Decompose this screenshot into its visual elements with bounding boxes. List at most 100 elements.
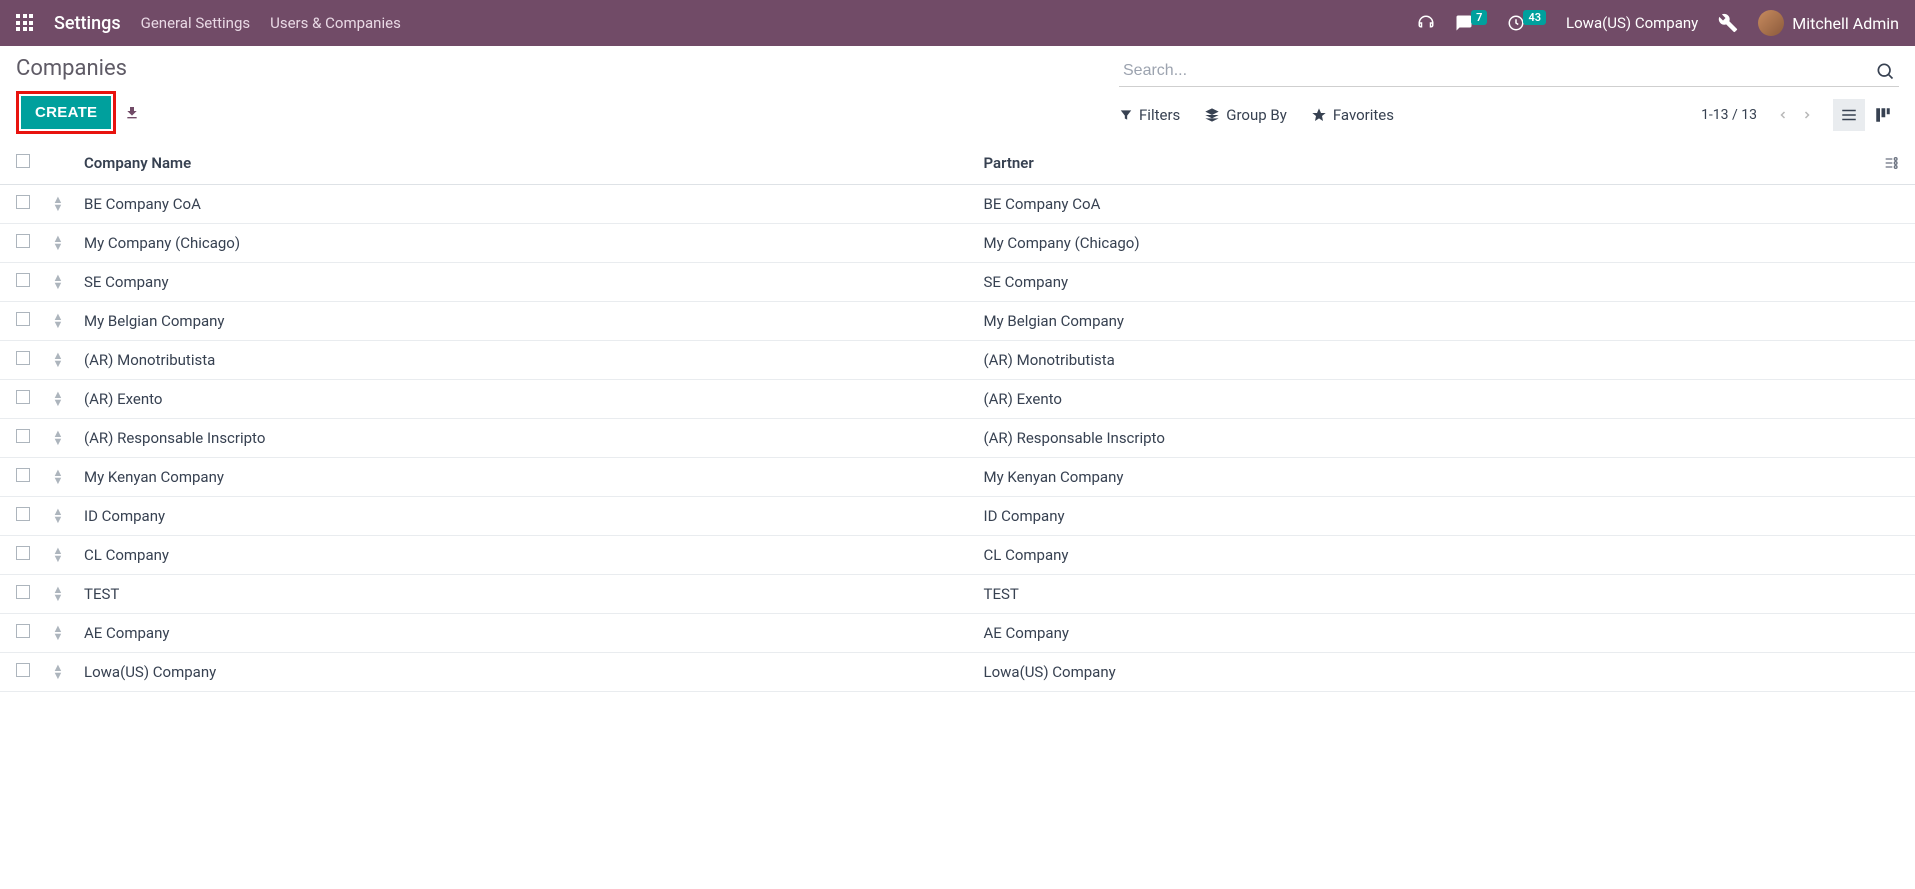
activities-badge: 43 <box>1523 10 1546 25</box>
drag-handle-icon[interactable]: ▲▼ <box>48 235 68 251</box>
drag-handle-icon[interactable]: ▲▼ <box>48 274 68 290</box>
create-button[interactable]: CREATE <box>21 96 111 129</box>
table-row[interactable]: ▲▼ My Kenyan Company My Kenyan Company <box>0 458 1915 497</box>
table-row[interactable]: ▲▼ Lowa(US) Company Lowa(US) Company <box>0 653 1915 692</box>
breadcrumb: Companies <box>16 56 140 81</box>
cell-company-name: (AR) Monotributista <box>76 341 976 380</box>
layers-icon <box>1204 107 1220 123</box>
drag-handle-icon[interactable]: ▲▼ <box>48 391 68 407</box>
row-checkbox[interactable] <box>16 312 30 326</box>
navbar-left: Settings General Settings Users & Compan… <box>16 13 401 34</box>
select-all-checkbox[interactable] <box>16 154 30 168</box>
row-checkbox[interactable] <box>16 468 30 482</box>
cell-company-name: My Belgian Company <box>76 302 976 341</box>
create-button-highlight: CREATE <box>16 91 116 134</box>
favorites-button[interactable]: Favorites <box>1311 106 1394 124</box>
cell-company-name: (AR) Exento <box>76 380 976 419</box>
cell-partner: BE Company CoA <box>976 185 1876 224</box>
table-row[interactable]: ▲▼ My Belgian Company My Belgian Company <box>0 302 1915 341</box>
debug-icon[interactable] <box>1718 13 1738 33</box>
search-input[interactable] <box>1119 56 1871 86</box>
cell-company-name: CL Company <box>76 536 976 575</box>
drag-handle-icon[interactable]: ▲▼ <box>48 625 68 641</box>
pager-next[interactable] <box>1797 105 1817 125</box>
cell-partner: Lowa(US) Company <box>976 653 1876 692</box>
navbar-right: 7 43 Lowa(US) Company Mitchell Admin <box>1417 10 1899 36</box>
nav-general-settings[interactable]: General Settings <box>141 14 251 32</box>
cell-partner: AE Company <box>976 614 1876 653</box>
voip-icon[interactable] <box>1417 14 1435 32</box>
cell-company-name: (AR) Responsable Inscripto <box>76 419 976 458</box>
apps-icon[interactable] <box>16 14 34 32</box>
optional-columns-button[interactable] <box>1883 155 1899 171</box>
user-menu[interactable]: Mitchell Admin <box>1758 10 1899 36</box>
row-checkbox[interactable] <box>16 390 30 404</box>
cell-company-name: Lowa(US) Company <box>76 653 976 692</box>
cell-company-name: ID Company <box>76 497 976 536</box>
table-row[interactable]: ▲▼ AE Company AE Company <box>0 614 1915 653</box>
pager-text[interactable]: 1-13 / 13 <box>1701 107 1757 123</box>
search-bar <box>1119 56 1899 87</box>
row-checkbox[interactable] <box>16 663 30 677</box>
table-row[interactable]: ▲▼ (AR) Responsable Inscripto (AR) Respo… <box>0 419 1915 458</box>
drag-handle-icon[interactable]: ▲▼ <box>48 313 68 329</box>
cell-partner: My Belgian Company <box>976 302 1876 341</box>
groupby-button[interactable]: Group By <box>1204 106 1287 124</box>
pager-prev[interactable] <box>1773 105 1793 125</box>
nav-users-companies[interactable]: Users & Companies <box>270 14 401 32</box>
messages-badge: 7 <box>1471 10 1487 25</box>
search-icon[interactable] <box>1871 57 1899 85</box>
top-navbar: Settings General Settings Users & Compan… <box>0 0 1915 46</box>
list-view: Company Name Partner ▲▼ BE Company CoA B… <box>0 142 1915 692</box>
drag-handle-icon[interactable]: ▲▼ <box>48 664 68 680</box>
cell-partner: CL Company <box>976 536 1876 575</box>
row-checkbox[interactable] <box>16 234 30 248</box>
drag-handle-icon[interactable]: ▲▼ <box>48 508 68 524</box>
column-header-name[interactable]: Company Name <box>76 142 976 185</box>
messages-button[interactable]: 7 <box>1455 14 1487 32</box>
app-title[interactable]: Settings <box>54 13 121 34</box>
table-row[interactable]: ▲▼ ID Company ID Company <box>0 497 1915 536</box>
company-switcher[interactable]: Lowa(US) Company <box>1566 14 1698 32</box>
drag-handle-icon[interactable]: ▲▼ <box>48 352 68 368</box>
row-checkbox[interactable] <box>16 624 30 638</box>
drag-handle-icon[interactable]: ▲▼ <box>48 586 68 602</box>
view-list-button[interactable] <box>1833 99 1865 131</box>
cell-company-name: BE Company CoA <box>76 185 976 224</box>
table-header-row: Company Name Partner <box>0 142 1915 185</box>
table-row[interactable]: ▲▼ TEST TEST <box>0 575 1915 614</box>
table-row[interactable]: ▲▼ (AR) Exento (AR) Exento <box>0 380 1915 419</box>
table-row[interactable]: ▲▼ My Company (Chicago) My Company (Chic… <box>0 224 1915 263</box>
cell-partner: (AR) Responsable Inscripto <box>976 419 1876 458</box>
control-panel: Companies CREATE Filters <box>0 46 1915 134</box>
star-icon <box>1311 107 1327 123</box>
drag-handle-icon[interactable]: ▲▼ <box>48 547 68 563</box>
row-checkbox[interactable] <box>16 351 30 365</box>
row-checkbox[interactable] <box>16 585 30 599</box>
kanban-icon <box>1874 106 1892 124</box>
drag-handle-icon[interactable]: ▲▼ <box>48 430 68 446</box>
cell-partner: My Kenyan Company <box>976 458 1876 497</box>
row-checkbox[interactable] <box>16 507 30 521</box>
table-row[interactable]: ▲▼ BE Company CoA BE Company CoA <box>0 185 1915 224</box>
row-checkbox[interactable] <box>16 429 30 443</box>
cell-company-name: My Company (Chicago) <box>76 224 976 263</box>
row-checkbox[interactable] <box>16 546 30 560</box>
export-button[interactable] <box>124 105 140 121</box>
activities-button[interactable]: 43 <box>1507 14 1546 32</box>
cell-company-name: SE Company <box>76 263 976 302</box>
drag-handle-icon[interactable]: ▲▼ <box>48 196 68 212</box>
drag-handle-icon[interactable]: ▲▼ <box>48 469 68 485</box>
filters-button[interactable]: Filters <box>1119 106 1180 124</box>
table-row[interactable]: ▲▼ (AR) Monotributista (AR) Monotributis… <box>0 341 1915 380</box>
table-row[interactable]: ▲▼ CL Company CL Company <box>0 536 1915 575</box>
cell-company-name: AE Company <box>76 614 976 653</box>
view-kanban-button[interactable] <box>1867 99 1899 131</box>
cell-company-name: My Kenyan Company <box>76 458 976 497</box>
table-row[interactable]: ▲▼ SE Company SE Company <box>0 263 1915 302</box>
row-checkbox[interactable] <box>16 273 30 287</box>
funnel-icon <box>1119 108 1133 122</box>
user-name: Mitchell Admin <box>1792 14 1899 33</box>
row-checkbox[interactable] <box>16 195 30 209</box>
column-header-partner[interactable]: Partner <box>976 142 1876 185</box>
